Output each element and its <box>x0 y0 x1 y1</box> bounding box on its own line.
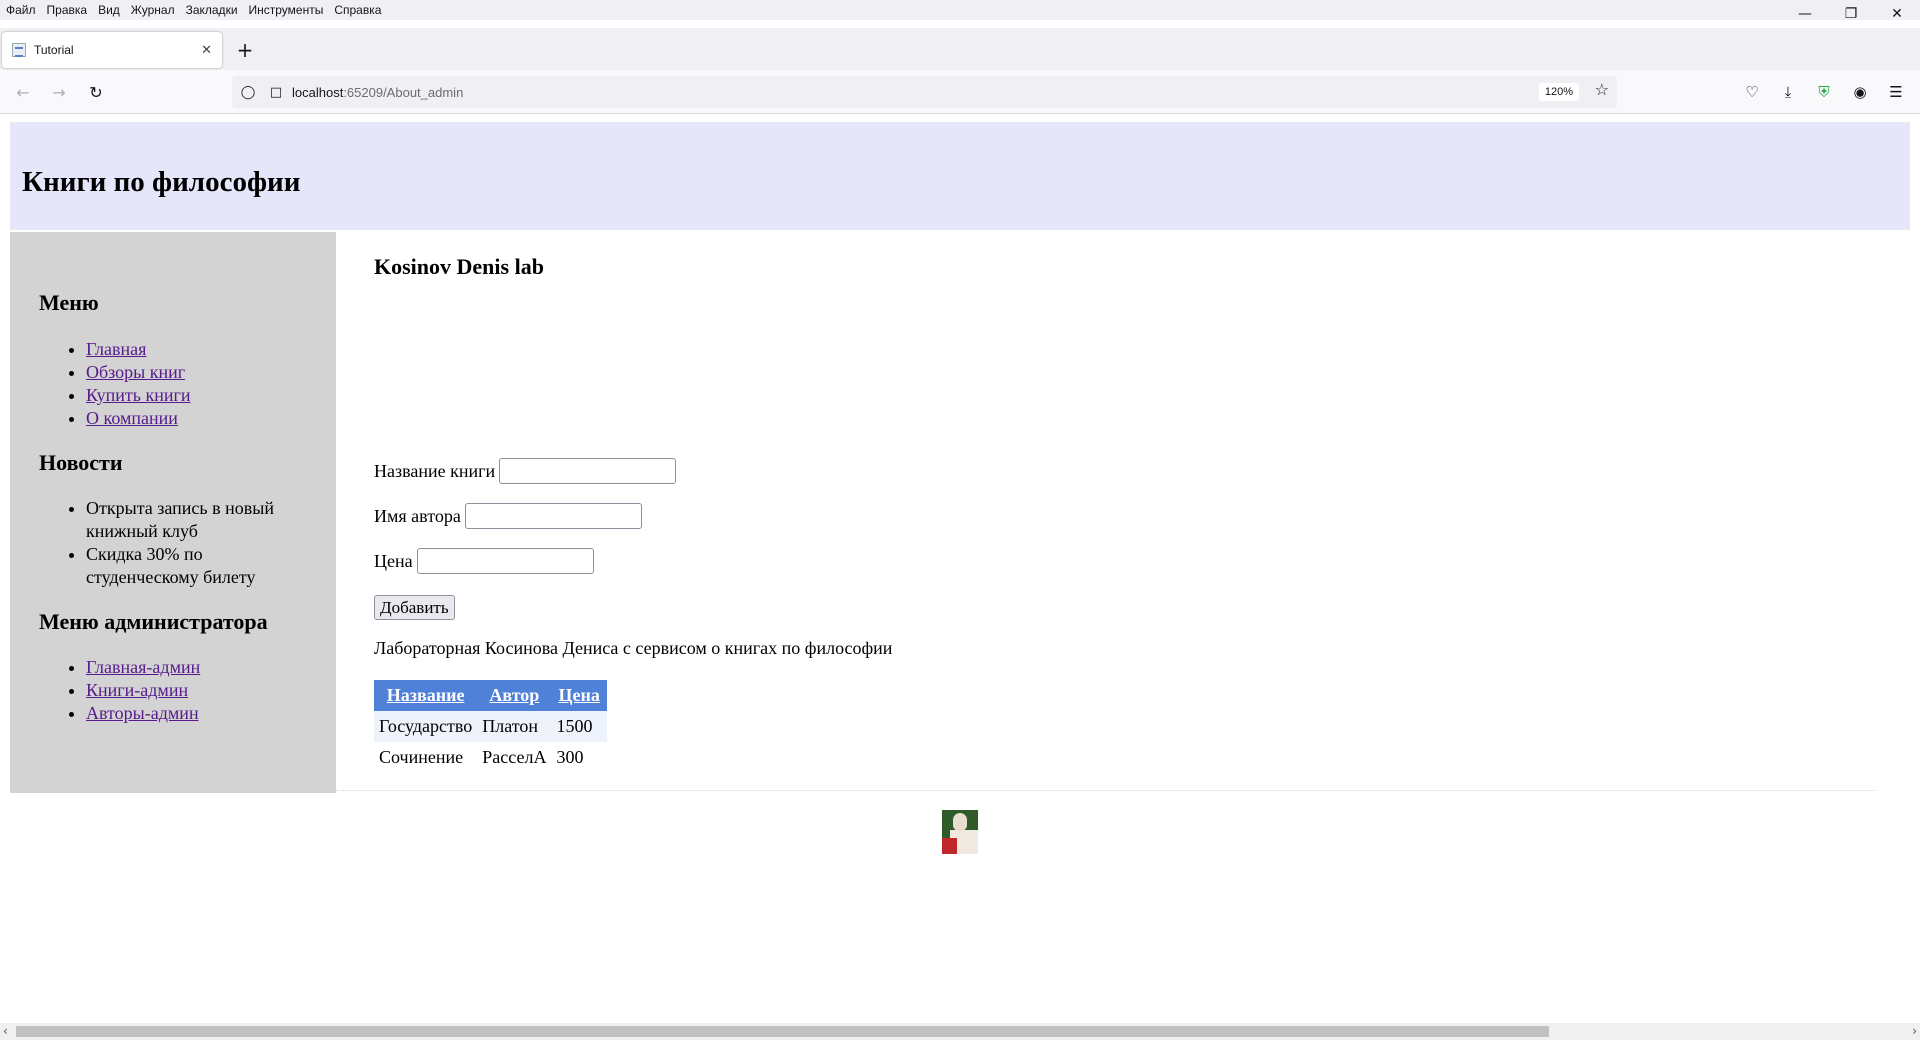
tab-title: Tutorial <box>34 43 74 57</box>
scrollbar-thumb[interactable] <box>16 1026 1549 1037</box>
menu-edit[interactable]: Правка <box>47 3 88 17</box>
menu-view[interactable]: Вид <box>98 3 120 17</box>
page-icon: □ <box>269 84 283 100</box>
close-window-icon[interactable]: ✕ <box>1874 0 1920 28</box>
table-cell: Государство <box>374 711 478 742</box>
horizontal-scrollbar[interactable]: ‹ › <box>0 1023 1920 1040</box>
menu-bar: Файл Правка Вид Журнал Закладки Инструме… <box>0 0 1920 20</box>
url-path: :65209/About_admin <box>343 84 464 100</box>
price-input[interactable] <box>416 548 594 574</box>
price-row: Цена <box>374 548 594 574</box>
news-item: Открыта запись в новый книжный клуб <box>86 497 307 543</box>
list-item: Авторы-админ <box>86 702 307 725</box>
bookmark-star-icon[interactable]: ☆ <box>1595 80 1609 99</box>
table-cell: Платон <box>477 711 552 742</box>
list-item: Книги-админ <box>86 679 307 702</box>
link-admin-books[interactable]: Книги-админ <box>86 680 188 700</box>
table-cell: 1500 <box>551 711 607 742</box>
column-header: Цена <box>551 680 607 711</box>
navigation-bar: ← → ↻ ◯ □ localhost:65209/About_admin 12… <box>0 70 1920 114</box>
site-title: Книги по философии <box>22 166 301 198</box>
menu-help[interactable]: Справка <box>334 3 381 17</box>
table-cell: 300 <box>556 747 584 767</box>
restore-icon[interactable]: ❐ <box>1828 0 1874 28</box>
menu-history[interactable]: Журнал <box>131 3 175 17</box>
sort-by-price-link[interactable]: Цена <box>558 685 599 705</box>
list-item: Обзоры книг <box>86 361 307 384</box>
page-viewport: Книги по философии Меню Главная Обзоры к… <box>0 115 1920 1023</box>
footer-divider <box>336 790 1876 791</box>
link-admin-home[interactable]: Главная-админ <box>86 657 200 677</box>
scroll-left-icon[interactable]: ‹ <box>3 1024 8 1038</box>
book-name-label: Название книги <box>374 460 496 481</box>
list-item: Купить книги <box>86 384 307 407</box>
news-list: Открыта запись в новый книжный клуб Скид… <box>39 497 307 589</box>
link-reviews[interactable]: Обзоры книг <box>86 362 185 382</box>
list-item: Главная <box>86 338 307 361</box>
lab-description: Лабораторная Косинова Дениса с сервисом … <box>374 638 893 658</box>
menu-list: Главная Обзоры книг Купить книги О компа… <box>39 338 307 430</box>
books-table: Название Автор Цена Государство Платон 1… <box>374 680 607 773</box>
scroll-right-icon[interactable]: › <box>1912 1024 1917 1038</box>
footer-portrait-image <box>942 810 978 854</box>
book-name-row: Название книги <box>374 458 677 484</box>
add-button[interactable]: Добавить <box>374 595 455 620</box>
menu-heading: Меню <box>39 290 99 315</box>
window-controls: — ❐ ✕ <box>1782 0 1920 28</box>
table-cell: РасселА <box>482 747 547 767</box>
shield-icon[interactable]: ◯ <box>236 80 260 104</box>
account-icon[interactable]: ◉ <box>1848 80 1872 104</box>
list-item: Главная-админ <box>86 656 307 679</box>
page-heading: Kosinov Denis lab <box>374 254 544 279</box>
url-host: localhost <box>292 84 344 100</box>
new-tab-icon[interactable]: + <box>233 38 257 62</box>
page-favicon-icon <box>12 43 26 57</box>
sort-by-title-link[interactable]: Название <box>387 685 465 705</box>
sidebar: Меню Главная Обзоры книг Купить книги О … <box>10 232 336 793</box>
table-row: Государство Платон 1500 <box>374 711 607 742</box>
tab-close-icon[interactable]: ✕ <box>201 43 212 58</box>
downloads-icon[interactable]: ⤓ <box>1776 80 1800 104</box>
extension-shield-icon[interactable]: ⛨ <box>1812 80 1836 104</box>
admin-menu-heading: Меню администратора <box>39 609 268 634</box>
link-admin-authors[interactable]: Авторы-админ <box>86 703 199 723</box>
column-header: Автор <box>477 680 552 711</box>
menu-tools[interactable]: Инструменты <box>249 3 324 17</box>
menu-bookmarks[interactable]: Закладки <box>186 3 238 17</box>
pocket-icon[interactable]: ♡ <box>1740 80 1764 104</box>
zoom-level-badge[interactable]: 120% <box>1538 83 1579 101</box>
author-name-input[interactable] <box>464 503 642 529</box>
address-bar[interactable]: ◯ □ localhost:65209/About_admin 120% ☆ <box>232 76 1617 108</box>
link-about[interactable]: О компании <box>86 408 178 428</box>
tab-tutorial[interactable]: Tutorial ✕ <box>2 32 222 68</box>
list-item: О компании <box>86 407 307 430</box>
news-item: Скидка 30% по студенческому билету <box>86 543 307 589</box>
sort-by-author-link[interactable]: Автор <box>489 685 539 705</box>
author-name-label: Имя автора <box>374 505 461 526</box>
table-row: Сочинение РасселА 300 <box>374 742 607 773</box>
back-arrow-icon[interactable]: ← <box>11 80 35 104</box>
link-home[interactable]: Главная <box>86 339 146 359</box>
admin-menu-list: Главная-админ Книги-админ Авторы-админ <box>39 656 307 725</box>
price-label: Цена <box>374 550 413 571</box>
minimize-icon[interactable]: — <box>1782 0 1828 28</box>
author-name-row: Имя автора <box>374 503 642 529</box>
book-name-input[interactable] <box>499 458 677 484</box>
link-buy-books[interactable]: Купить книги <box>86 385 191 405</box>
table-cell: Сочинение <box>379 747 464 767</box>
menu-file[interactable]: Файл <box>6 3 36 17</box>
hamburger-menu-icon[interactable]: ☰ <box>1884 80 1908 104</box>
reload-icon[interactable]: ↻ <box>84 80 108 104</box>
table-header-row: Название Автор Цена <box>374 680 607 711</box>
site-header: Книги по философии <box>10 122 1910 230</box>
news-heading: Новости <box>39 450 123 475</box>
forward-arrow-icon[interactable]: → <box>47 80 71 104</box>
tab-bar: Tutorial ✕ + <box>0 28 1920 70</box>
column-header: Название <box>374 680 478 711</box>
